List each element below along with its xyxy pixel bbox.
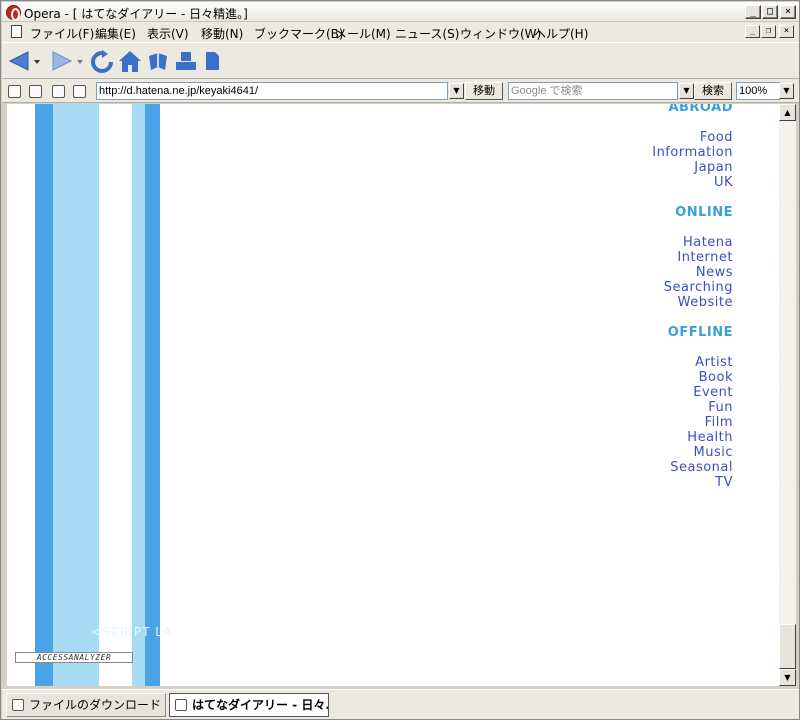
title-bar: Opera - [ はてなダイアリー - 日々精進。] _ □ × xyxy=(2,2,799,22)
zoom-field[interactable]: 100% xyxy=(736,82,780,100)
decorative-stripe xyxy=(132,104,145,686)
maximize-button[interactable]: □ xyxy=(762,5,778,19)
vertical-scrollbar[interactable]: ▲ ▼ xyxy=(779,104,796,686)
menu-help[interactable]: ヘルプ(H) xyxy=(534,25,588,42)
category-link[interactable]: Event xyxy=(693,385,733,400)
menu-navigate[interactable]: 移動(N) xyxy=(201,25,243,42)
category-link[interactable]: Health xyxy=(687,430,733,445)
category-link[interactable]: Artist xyxy=(695,355,733,370)
window-title: Opera - [ はてなダイアリー - 日々精進。] xyxy=(24,7,248,21)
page-icon xyxy=(175,699,187,711)
zoom-dropdown-button[interactable]: ▼ xyxy=(779,83,794,99)
menu-view[interactable]: 表示(V) xyxy=(147,25,189,42)
scroll-down-button[interactable]: ▼ xyxy=(779,669,796,686)
category-link[interactable]: Food xyxy=(700,130,733,145)
category-heading-abroad: ABROAD xyxy=(668,104,733,115)
category-link[interactable]: Book xyxy=(699,370,733,385)
access-analyzer-badge[interactable]: ACCESSANALYZER xyxy=(15,652,133,663)
search-input[interactable]: Google で検索 xyxy=(508,82,678,100)
new-page-icon[interactable] xyxy=(203,50,221,74)
go-button[interactable]: 移動 xyxy=(465,82,503,100)
address-bar: http://d.hatena.ne.jp/keyaki4641/ ▼ 移動 G… xyxy=(2,79,799,103)
category-link[interactable]: UK xyxy=(714,175,733,190)
search-button[interactable]: 検索 xyxy=(694,82,732,100)
menu-bar: ファイル(F) 編集(E) 表示(V) 移動(N) ブックマーク(B) メール(… xyxy=(2,22,799,42)
category-link[interactable]: Searching xyxy=(664,280,733,295)
category-link[interactable]: Internet xyxy=(677,250,733,265)
category-link[interactable]: Information xyxy=(652,145,733,160)
category-link[interactable]: Film xyxy=(705,415,733,430)
navigation-toolbar xyxy=(2,42,799,79)
category-link[interactable]: News xyxy=(696,265,733,280)
category-link[interactable]: Music xyxy=(694,445,734,460)
close-button[interactable]: × xyxy=(780,5,796,19)
forward-icon[interactable] xyxy=(51,50,73,72)
minimize-button[interactable]: _ xyxy=(745,5,761,19)
scroll-thumb[interactable] xyxy=(779,624,796,669)
print-icon[interactable] xyxy=(174,50,198,74)
url-dropdown-button[interactable]: ▼ xyxy=(449,83,464,99)
menu-news[interactable]: ニュース(S) xyxy=(395,25,459,42)
mdi-minimize-button[interactable]: _ xyxy=(745,25,760,38)
security-lock-icon[interactable] xyxy=(8,85,21,98)
camera-icon[interactable] xyxy=(29,85,42,98)
category-link[interactable]: Seasonal xyxy=(670,460,733,475)
home-icon[interactable] xyxy=(118,50,142,74)
back-dropdown-icon[interactable] xyxy=(33,50,41,72)
menu-mail[interactable]: メール(M) xyxy=(335,25,391,42)
tab-label: はてなダイアリー - 日々... xyxy=(192,698,329,712)
browser-window: Opera - [ はてなダイアリー - 日々精進。] _ □ × ファイル(F… xyxy=(0,0,800,720)
menu-file[interactable]: ファイル(F) xyxy=(30,25,94,42)
download-icon xyxy=(12,699,24,711)
page-icon[interactable] xyxy=(52,85,65,98)
page-tab-bar: ファイルのダウンロード はてなダイアリー - 日々... xyxy=(2,689,799,719)
menu-edit[interactable]: 編集(E) xyxy=(95,25,136,42)
category-link[interactable]: Website xyxy=(678,295,733,310)
page-content: ABROAD Food Information Japan UK ONLINE … xyxy=(7,104,779,686)
tab-downloads[interactable]: ファイルのダウンロード xyxy=(6,693,166,717)
category-link[interactable]: Japan xyxy=(694,160,733,175)
printer-small-icon[interactable] xyxy=(73,85,86,98)
tab-label: ファイルのダウンロード xyxy=(29,698,162,712)
reload-icon[interactable] xyxy=(90,50,114,74)
document-icon[interactable] xyxy=(11,25,22,38)
decorative-stripe xyxy=(145,104,160,686)
scroll-up-button[interactable]: ▲ xyxy=(779,104,796,121)
menu-window[interactable]: ウィンドウ(W) xyxy=(460,25,541,42)
category-heading-online: ONLINE xyxy=(675,205,733,220)
category-link[interactable]: Hatena xyxy=(683,235,733,250)
category-link[interactable]: TV xyxy=(715,475,733,490)
forward-dropdown-icon[interactable] xyxy=(76,50,84,72)
script-fallback-text: <SCRIPT LA xyxy=(91,625,173,639)
hotlist-icon[interactable] xyxy=(146,50,170,74)
mdi-close-button[interactable]: × xyxy=(779,25,794,38)
category-heading-offline: OFFLINE xyxy=(667,325,733,340)
category-link[interactable]: Fun xyxy=(708,400,733,415)
back-icon[interactable] xyxy=(8,50,30,72)
mdi-restore-button[interactable]: ❐ xyxy=(761,25,776,38)
tab-hatena-diary[interactable]: はてなダイアリー - 日々... xyxy=(169,693,329,717)
decorative-stripe xyxy=(53,104,99,686)
search-dropdown-button[interactable]: ▼ xyxy=(679,83,694,99)
decorative-stripe xyxy=(35,104,53,686)
menu-bookmarks[interactable]: ブックマーク(B) xyxy=(254,25,344,42)
opera-logo-icon xyxy=(6,5,21,21)
url-input[interactable]: http://d.hatena.ne.jp/keyaki4641/ xyxy=(96,82,448,100)
